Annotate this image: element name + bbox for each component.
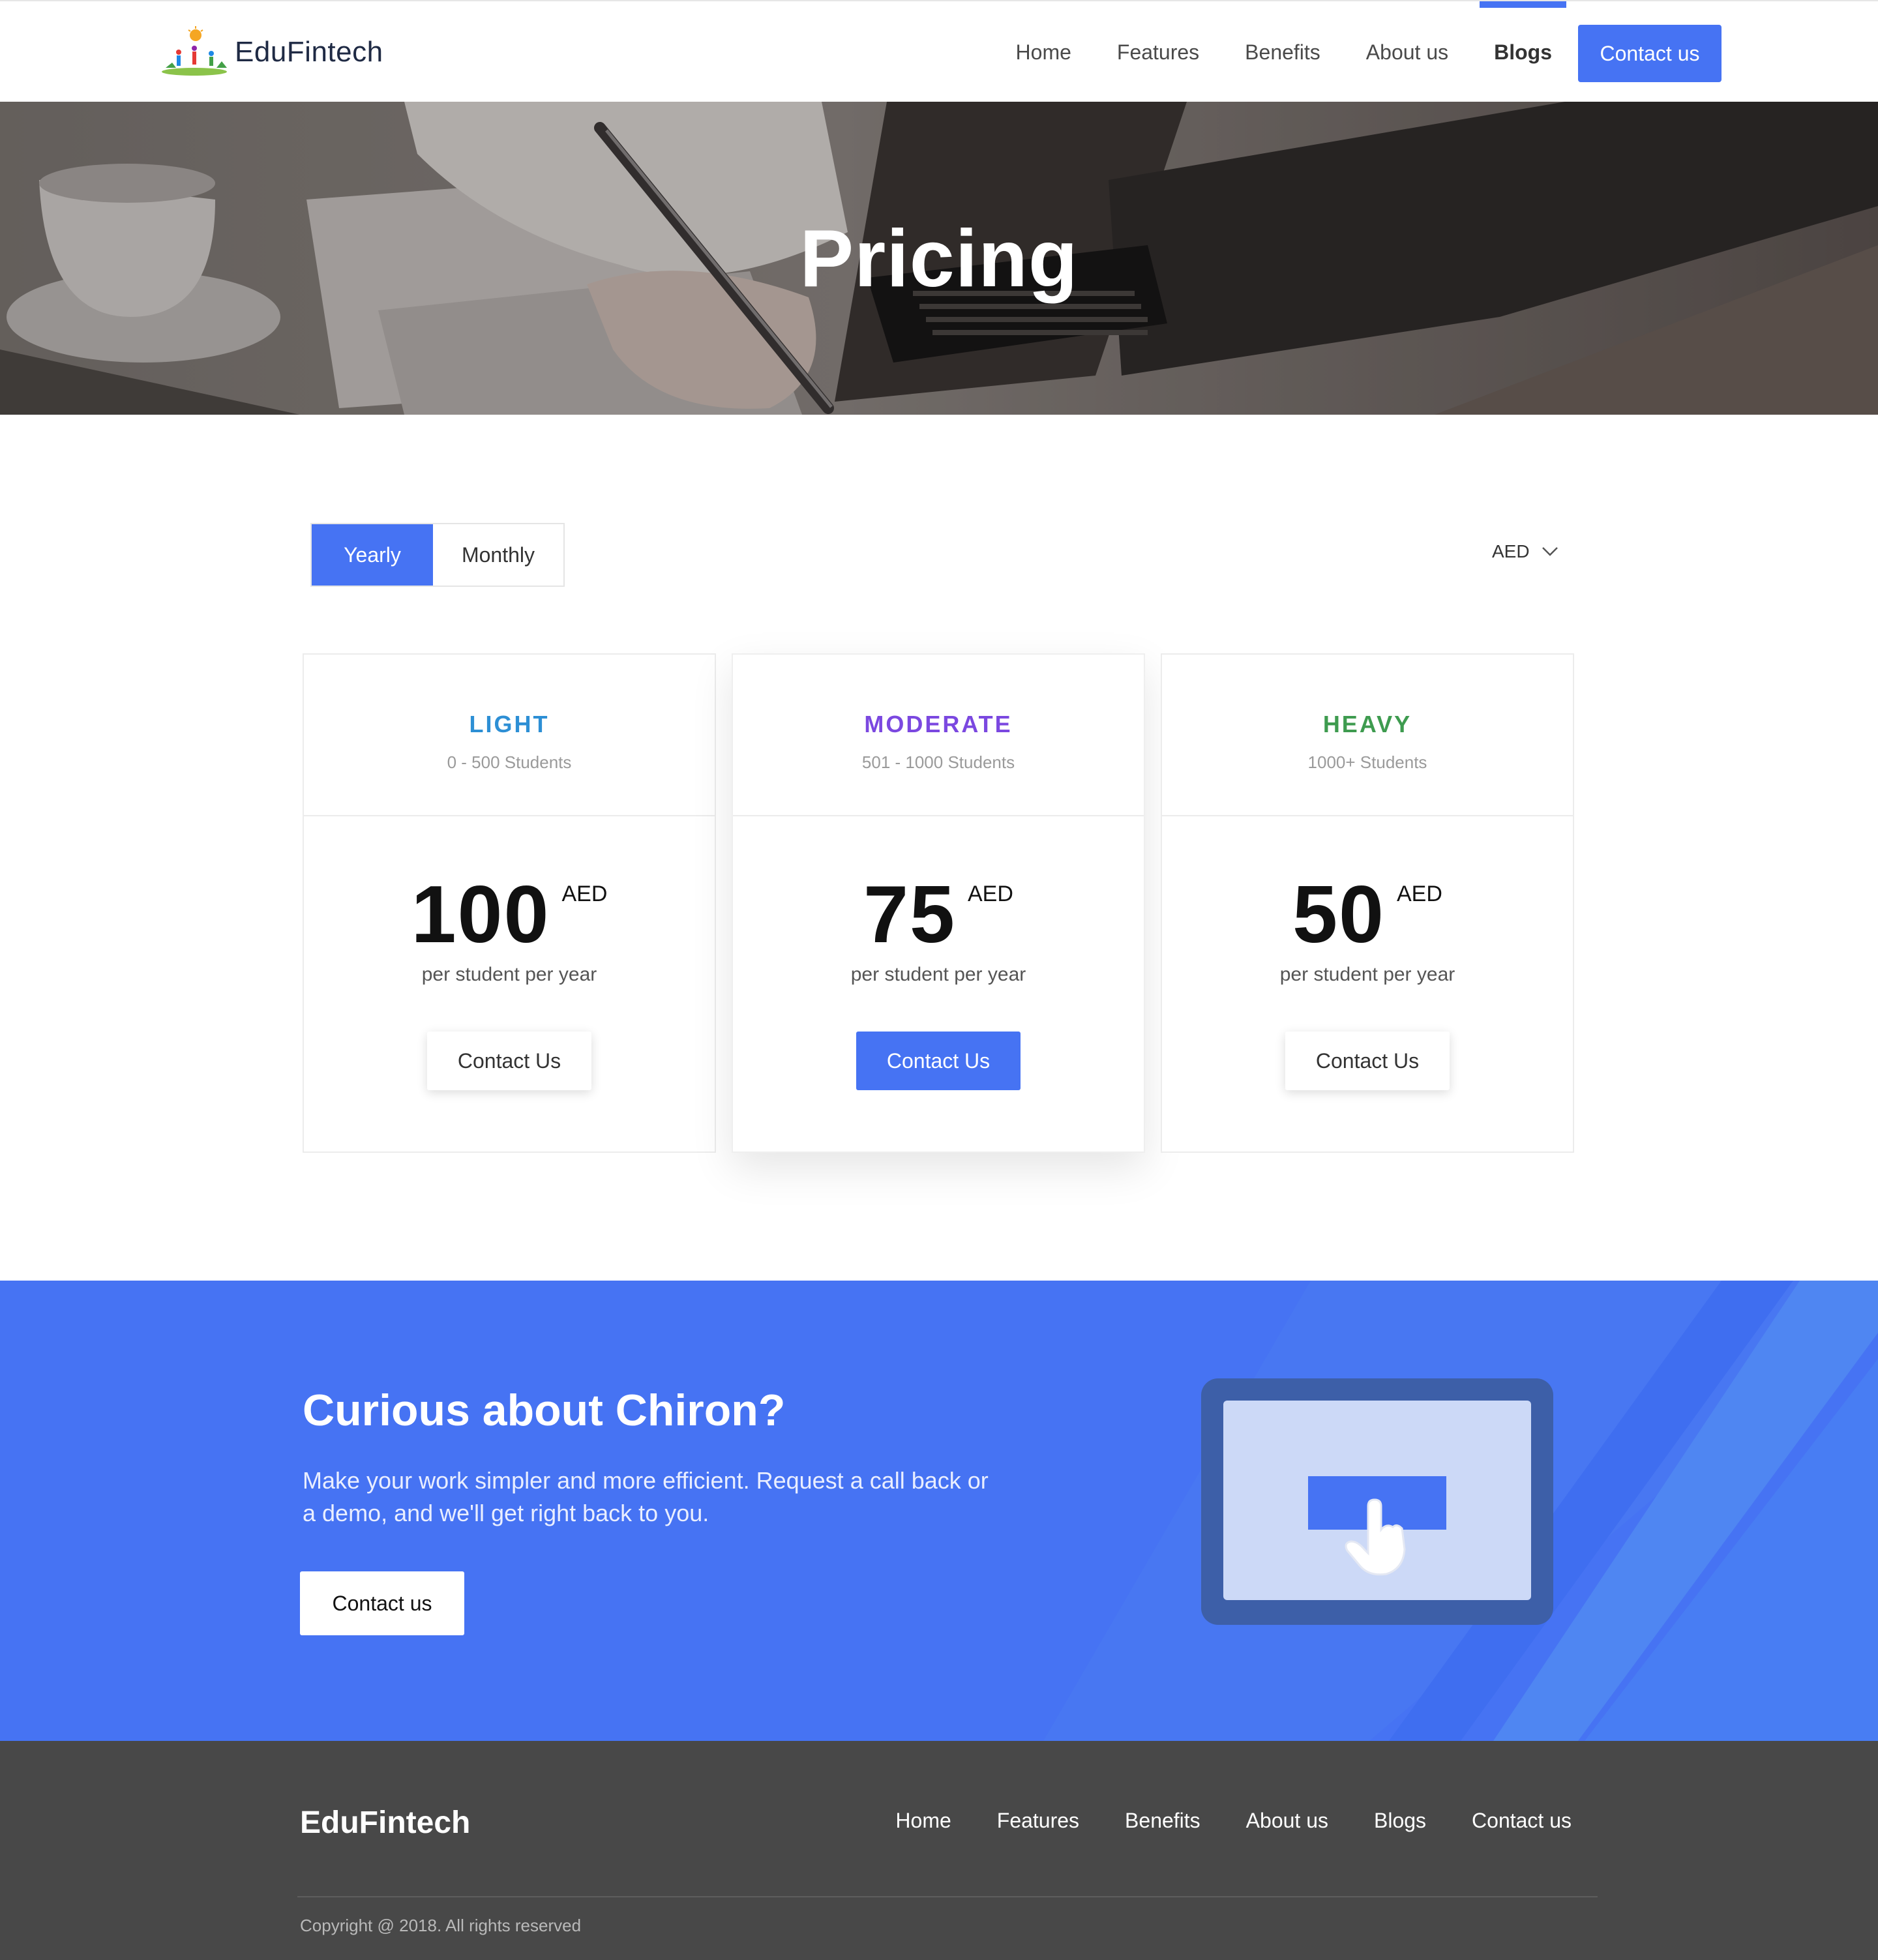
price-unit: per student per year [1279, 964, 1455, 985]
plan-card-heavy: HEAVY 1000+ Students 50 AED per student … [1161, 653, 1574, 1153]
plan-price: 100 AED [304, 872, 715, 957]
nav-features[interactable]: Features [1117, 1, 1199, 103]
plan-contact-button[interactable]: Contact Us [1285, 1032, 1450, 1090]
cta-contact-button[interactable]: Contact us [300, 1571, 464, 1635]
brand[interactable]: EduFintech [159, 26, 383, 78]
nav-blogs[interactable]: Blogs [1480, 1, 1566, 103]
cta-title: Curious about Chiron? [303, 1386, 786, 1435]
currency-value: AED [1492, 541, 1530, 561]
plan-card-light: LIGHT 0 - 500 Students 100 AED per stude… [303, 653, 716, 1153]
chevron-down-icon [1542, 547, 1558, 556]
currency-select[interactable]: AED [1492, 541, 1558, 562]
footer-brand[interactable]: EduFintech [300, 1805, 470, 1841]
footer-link-features[interactable]: Features [997, 1809, 1079, 1833]
price-amount: 100 [411, 870, 550, 960]
footer-link-blogs[interactable]: Blogs [1374, 1809, 1426, 1833]
monthly-toggle-button[interactable]: Monthly [433, 524, 563, 586]
nav-benefits[interactable]: Benefits [1245, 1, 1320, 103]
plan-name: LIGHT [469, 711, 550, 737]
top-navbar: EduFintech Home Features Benefits About … [0, 0, 1878, 102]
footer-link-benefits[interactable]: Benefits [1125, 1809, 1200, 1833]
price-amount: 75 [863, 870, 956, 960]
cta-description: Make your work simpler and more efficien… [303, 1467, 989, 1526]
price-unit: per student per year [850, 964, 1026, 985]
cta-section: Curious about Chiron? Make your work sim… [0, 1281, 1878, 1741]
plan-card-header: MODERATE 501 - 1000 Students [733, 655, 1144, 816]
monitor-click-illustration-icon [1201, 1378, 1553, 1625]
footer-link-contact-us[interactable]: Contact us [1472, 1809, 1572, 1833]
nav-about-us[interactable]: About us [1366, 1, 1448, 103]
price-currency: AED [1397, 882, 1442, 906]
plan-card-header: LIGHT 0 - 500 Students [304, 655, 715, 816]
footer-link-home[interactable]: Home [895, 1809, 951, 1833]
price-currency: AED [968, 882, 1013, 906]
footer-link-about-us[interactable]: About us [1246, 1809, 1328, 1833]
copyright-text: Copyright @ 2018. All rights reserved [300, 1916, 582, 1935]
footer-nav: Home Features Benefits About us Blogs Co… [850, 1809, 1572, 1833]
page-title: Pricing [799, 214, 1079, 304]
kids-logo-icon [162, 26, 227, 76]
price-amount: 50 [1292, 870, 1385, 960]
plan-card-moderate: MODERATE 501 - 1000 Students 75 AED per … [732, 653, 1145, 1153]
plan-student-range: 0 - 500 Students [447, 752, 572, 772]
plan-price: 75 AED [733, 872, 1144, 957]
price-currency: AED [561, 882, 608, 906]
hero-banner: Pricing [0, 102, 1878, 415]
plan-name: HEAVY [1322, 711, 1412, 737]
nav-contact-button[interactable]: Contact us [1578, 25, 1722, 82]
brand-name: EduFintech [235, 36, 383, 68]
plan-price: 50 AED [1162, 872, 1573, 957]
billing-period-toggle: Yearly Monthly [310, 523, 565, 587]
site-footer: EduFintech Home Features Benefits About … [0, 1741, 1878, 1960]
plan-contact-button[interactable]: Contact Us [856, 1032, 1021, 1090]
footer-divider [297, 1896, 1598, 1897]
plan-student-range: 501 - 1000 Students [861, 752, 1015, 772]
nav-home[interactable]: Home [1016, 1, 1071, 103]
yearly-toggle-button[interactable]: Yearly [312, 524, 433, 586]
price-unit: per student per year [421, 964, 597, 985]
main-nav: Home Features Benefits About us Blogs [970, 1, 1566, 103]
plan-name: MODERATE [864, 711, 1013, 737]
plan-contact-button[interactable]: Contact Us [427, 1032, 591, 1090]
plan-student-range: 1000+ Students [1307, 752, 1427, 772]
plan-card-header: HEAVY 1000+ Students [1162, 655, 1573, 816]
